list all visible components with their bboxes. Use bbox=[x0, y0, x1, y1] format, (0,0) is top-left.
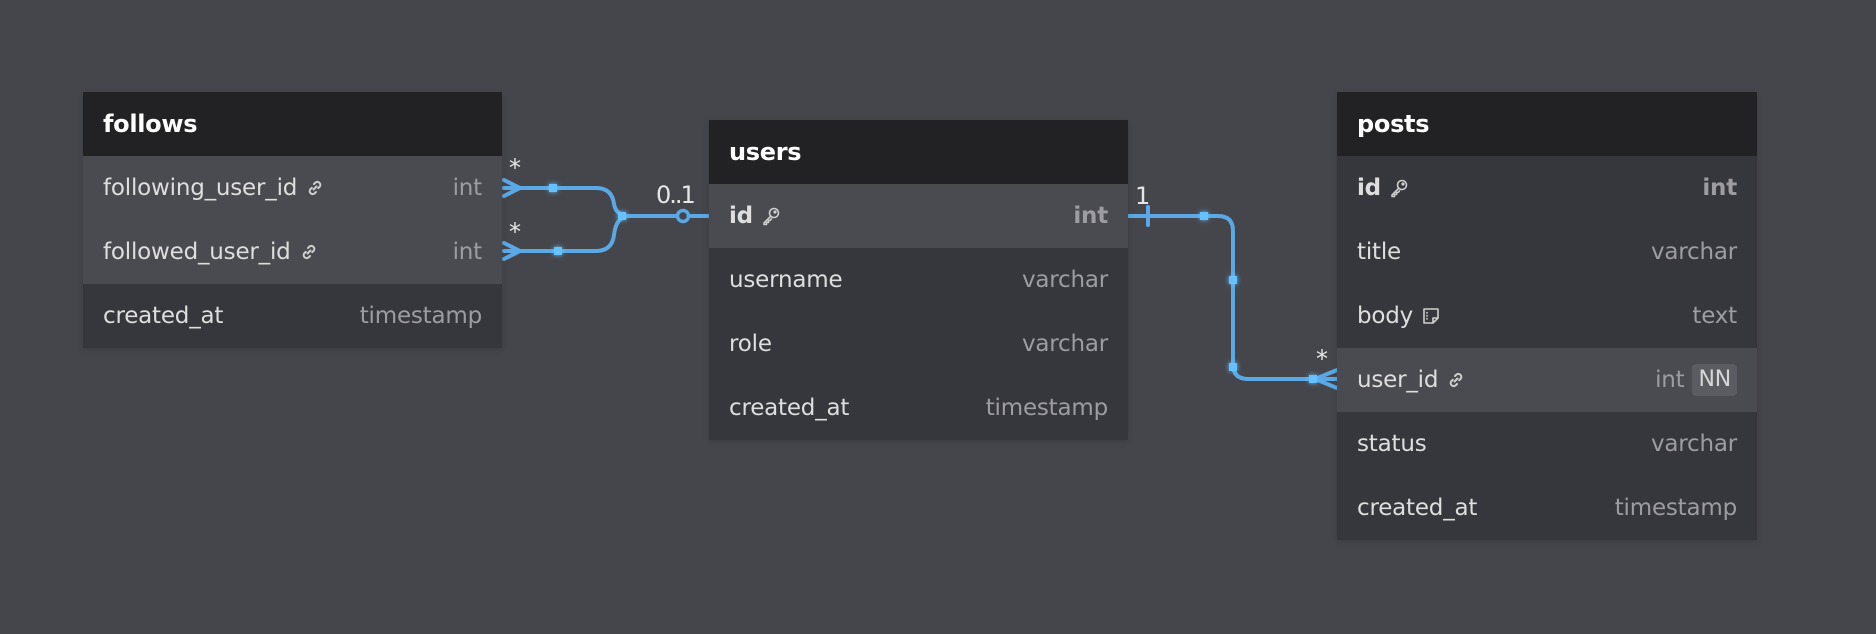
cardinality-label-one: 1 bbox=[1135, 182, 1151, 210]
connector-handle[interactable] bbox=[1309, 375, 1317, 383]
crows-foot-following bbox=[502, 178, 522, 198]
field-row[interactable]: followed_user_id int bbox=[83, 220, 502, 284]
field-row[interactable]: id int bbox=[709, 184, 1128, 248]
table-header[interactable]: users bbox=[709, 120, 1128, 184]
key-icon bbox=[1389, 178, 1409, 198]
field-row[interactable]: created_at timestamp bbox=[83, 284, 502, 348]
connector-handle[interactable] bbox=[1229, 276, 1237, 284]
field-name: following_user_id bbox=[103, 175, 298, 201]
zero-circle bbox=[675, 208, 691, 224]
field-row[interactable]: created_at timestamp bbox=[709, 376, 1128, 440]
field-row[interactable]: role varchar bbox=[709, 312, 1128, 376]
connector-handle[interactable] bbox=[549, 184, 557, 192]
connector-handle[interactable] bbox=[618, 212, 626, 220]
field-type: int bbox=[452, 175, 483, 201]
field-type: timestamp bbox=[985, 395, 1108, 421]
field-type: int bbox=[1655, 367, 1685, 393]
field-name: username bbox=[729, 267, 843, 293]
field-name: id bbox=[729, 203, 753, 229]
field-type: timestamp bbox=[1614, 495, 1737, 521]
cardinality-label-zero-one: 0..1 bbox=[656, 181, 696, 209]
field-name: followed_user_id bbox=[103, 239, 291, 265]
field-row[interactable]: user_id int NN bbox=[1337, 348, 1757, 412]
cardinality-label-many: * bbox=[509, 154, 521, 182]
field-name: title bbox=[1357, 239, 1401, 265]
field-type: int bbox=[452, 239, 483, 265]
field-type: varchar bbox=[1021, 267, 1108, 293]
field-row[interactable]: status varchar bbox=[1337, 412, 1757, 476]
field-type: timestamp bbox=[359, 303, 482, 329]
field-type: text bbox=[1692, 303, 1737, 329]
cardinality-label-many: * bbox=[509, 218, 521, 246]
link-icon bbox=[1446, 370, 1466, 390]
field-name: status bbox=[1357, 431, 1427, 457]
key-icon bbox=[761, 206, 781, 226]
table-follows[interactable]: follows following_user_id int followed_u… bbox=[83, 92, 502, 348]
diagram-canvas[interactable]: * * 0..1 1 * follows following_user_id i… bbox=[0, 0, 1876, 634]
field-row[interactable]: id int bbox=[1337, 156, 1757, 220]
table-header[interactable]: posts bbox=[1337, 92, 1757, 156]
field-row[interactable]: title varchar bbox=[1337, 220, 1757, 284]
field-name: id bbox=[1357, 175, 1381, 201]
field-row[interactable]: body text bbox=[1337, 284, 1757, 348]
field-type: int bbox=[1073, 203, 1108, 229]
field-row[interactable]: created_at timestamp bbox=[1337, 476, 1757, 540]
note-icon[interactable] bbox=[1421, 306, 1441, 326]
not-null-badge: NN bbox=[1692, 364, 1737, 396]
field-name: role bbox=[729, 331, 772, 357]
table-users[interactable]: users id int username varchar role varch… bbox=[709, 120, 1128, 440]
connector-handle[interactable] bbox=[1200, 212, 1208, 220]
field-type: varchar bbox=[1650, 239, 1737, 265]
field-type: int bbox=[1702, 175, 1737, 201]
link-icon bbox=[299, 242, 319, 262]
table-header[interactable]: follows bbox=[83, 92, 502, 156]
field-name: body bbox=[1357, 303, 1414, 329]
connector-users-to-posts[interactable] bbox=[1126, 214, 1317, 381]
table-posts[interactable]: posts id int title varchar body text use… bbox=[1337, 92, 1757, 540]
field-name: created_at bbox=[729, 395, 850, 421]
field-type: varchar bbox=[1650, 431, 1737, 457]
cardinality-label-many: * bbox=[1316, 345, 1328, 373]
field-row[interactable]: following_user_id int bbox=[83, 156, 502, 220]
field-name: user_id bbox=[1357, 367, 1439, 393]
connector-handle[interactable] bbox=[1229, 363, 1237, 371]
connector-followed-to-users[interactable] bbox=[518, 214, 632, 253]
field-row[interactable]: username varchar bbox=[709, 248, 1128, 312]
field-name: created_at bbox=[103, 303, 224, 329]
field-type: varchar bbox=[1021, 331, 1108, 357]
link-icon bbox=[305, 178, 325, 198]
connector-handle[interactable] bbox=[554, 247, 562, 255]
field-name: created_at bbox=[1357, 495, 1478, 521]
